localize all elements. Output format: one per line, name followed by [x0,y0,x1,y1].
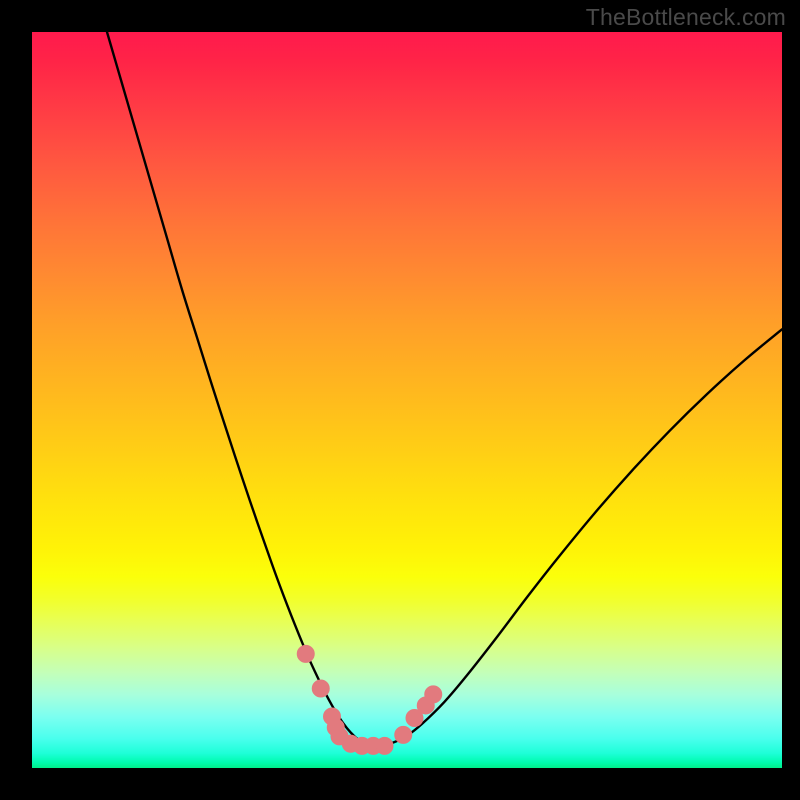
data-marker [425,686,442,703]
curve-layer [32,32,782,768]
data-marker [297,645,314,662]
plot-area [32,32,782,768]
data-marker [395,726,412,743]
data-marker [312,680,329,697]
watermark-text: TheBottleneck.com [586,4,786,31]
chart-frame: TheBottleneck.com [0,0,800,800]
data-marker [376,737,393,754]
bottleneck-curve [107,32,782,746]
data-markers [297,645,442,754]
